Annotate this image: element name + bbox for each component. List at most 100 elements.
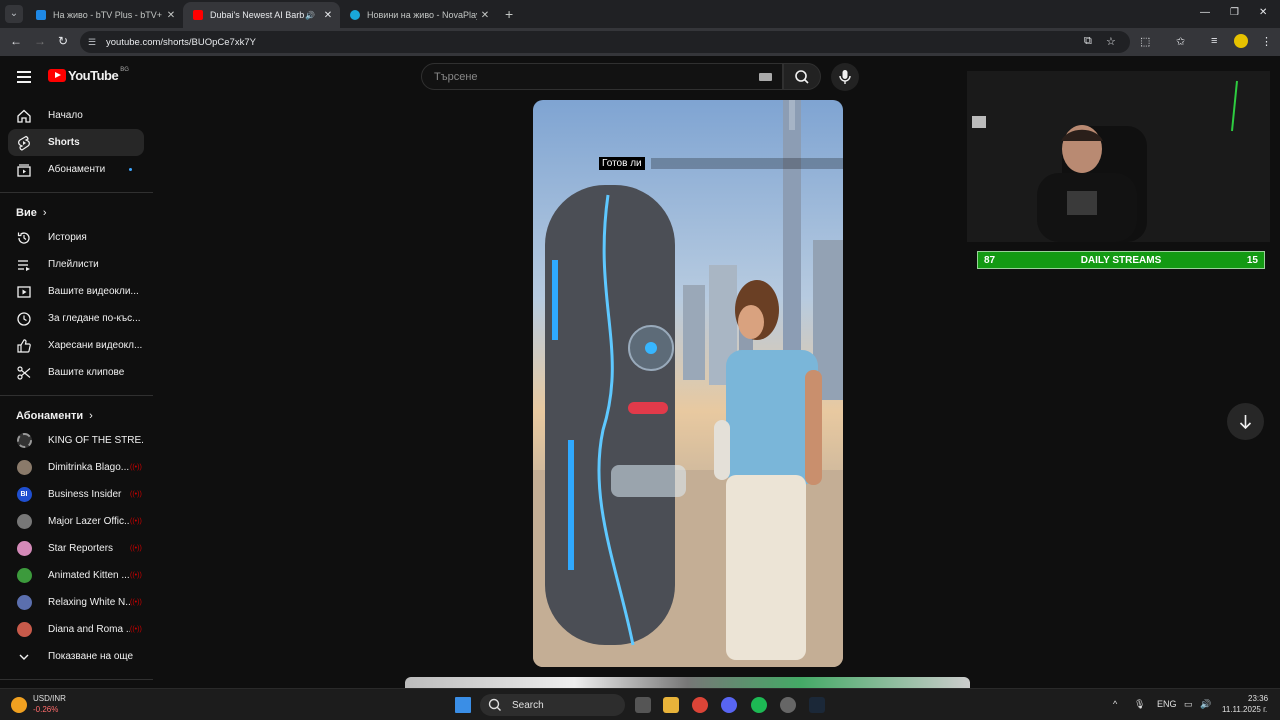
channel-name: Animated Kitten ...: [48, 570, 130, 581]
currency-change: -0.26%: [33, 705, 59, 714]
search-icon: [488, 698, 501, 711]
browser-tab-novaplay[interactable]: Новини на живо - NovaPlay ✕: [340, 2, 497, 28]
channel-avatar: [16, 541, 32, 556]
spotify-icon[interactable]: [751, 697, 767, 713]
sidebar-item-your-videos[interactable]: Вашите видеокли...: [8, 278, 144, 305]
channel-name: Relaxing White N...: [48, 597, 130, 608]
address-bar[interactable]: ☰ youtube.com/shorts/BUOpCe7xk7Y: [80, 31, 1130, 53]
subscription-channel[interactable]: Animated Kitten ... ((•)): [8, 562, 144, 589]
language-indicator[interactable]: ENG: [1157, 699, 1177, 709]
sidebar-item-label: История: [48, 232, 87, 243]
sidebar-item-shorts[interactable]: Shorts: [8, 129, 144, 156]
next-video-button[interactable]: [1227, 403, 1264, 440]
reload-icon[interactable]: ↻: [58, 34, 68, 48]
browser-tab-youtube[interactable]: Dubai's Newest AI Barber I 🔊 ✕: [183, 2, 340, 28]
shorts-video-player[interactable]: Готов ли: [533, 100, 843, 667]
close-icon[interactable]: ✕: [163, 10, 179, 21]
browser-tab-btv[interactable]: На живо - bTV Plus - bTV+ ✕: [26, 2, 183, 28]
daily-streams-title: DAILY STREAMS: [1080, 254, 1162, 266]
shorts-icon: [16, 135, 32, 151]
subscription-channel[interactable]: Major Lazer Offic... ((•)): [8, 508, 144, 535]
windows-start-icon[interactable]: [455, 697, 471, 713]
chrome-icon[interactable]: [692, 697, 708, 713]
scissors-icon: [16, 365, 32, 381]
sidebar-item-subscriptions[interactable]: Абонаменти: [8, 156, 144, 183]
sidebar-section-you[interactable]: Вие ›: [16, 202, 153, 224]
subscription-channel[interactable]: KING OF THE STRE...: [8, 427, 144, 454]
sidebar-item-label: Харесани видеокл...: [48, 340, 143, 351]
close-icon[interactable]: ✕: [477, 10, 493, 21]
youtube-play-icon: [48, 69, 66, 82]
volume-icon[interactable]: 🔊: [1200, 699, 1211, 710]
tab-title: Новини на живо - NovaPlay: [367, 10, 477, 20]
currency-widget-icon[interactable]: [11, 697, 27, 713]
window-close-icon[interactable]: ✕: [1259, 7, 1267, 18]
sidebar-item-home[interactable]: Начало: [8, 102, 144, 129]
search-button[interactable]: [783, 63, 821, 90]
taskbar-search[interactable]: Search: [480, 694, 625, 716]
sidebar-item-liked-videos[interactable]: Харесани видеокл...: [8, 332, 144, 359]
network-icon[interactable]: ▭: [1184, 699, 1193, 710]
file-explorer-icon[interactable]: [663, 697, 679, 713]
extensions-icon[interactable]: ⬚: [1140, 35, 1150, 48]
sidebar-item-your-clips[interactable]: Вашите клипове: [8, 359, 144, 386]
restore-icon[interactable]: ❐: [1230, 7, 1239, 18]
back-icon[interactable]: ←: [10, 34, 22, 48]
profile-avatar[interactable]: [1234, 34, 1248, 48]
discord-icon[interactable]: [721, 697, 737, 713]
home-icon: [16, 108, 32, 124]
sidebar-item-watch-later[interactable]: За гледане по-къс...: [8, 305, 144, 332]
speaker-icon[interactable]: 🔊: [304, 11, 316, 20]
clock-time[interactable]: 23:36: [1248, 694, 1268, 703]
next-short-preview[interactable]: [405, 677, 970, 688]
youtube-logo[interactable]: YouTube BG: [48, 66, 129, 83]
sidebar-item-label: За гледане по-къс...: [48, 313, 141, 324]
new-tab-button[interactable]: +: [505, 6, 513, 22]
video-frame: [533, 100, 843, 667]
favorites-icon[interactable]: ✩: [1176, 35, 1185, 48]
thumbs-up-icon: [16, 338, 32, 354]
country-code: BG: [120, 66, 129, 73]
app-icon[interactable]: [780, 697, 796, 713]
subscription-channel[interactable]: Diana and Roma ... ((•)): [8, 616, 144, 643]
chevron-up-icon[interactable]: ^: [1113, 699, 1117, 709]
history-icon: [16, 230, 32, 246]
microphone-icon[interactable]: 🎙: [1134, 699, 1145, 710]
tab-search-button[interactable]: ⌄: [5, 5, 23, 23]
chevron-right-icon: ›: [89, 410, 93, 422]
sidebar-section-subscriptions[interactable]: Абонаменти ›: [16, 405, 153, 427]
guide-menu-icon[interactable]: [17, 71, 31, 83]
show-more-button[interactable]: Показване на още: [8, 643, 144, 670]
task-view-icon[interactable]: [635, 697, 651, 713]
site-info-icon[interactable]: ☰: [88, 37, 102, 48]
sidebar-item-label: Плейлисти: [48, 259, 99, 270]
subscription-channel[interactable]: Relaxing White N... ((•)): [8, 589, 144, 616]
subscription-channel[interactable]: Star Reporters ((•)): [8, 535, 144, 562]
bookmark-star-icon[interactable]: ☆: [1106, 35, 1116, 48]
tab-title: На живо - bTV Plus - bTV+: [53, 10, 163, 20]
minimize-icon[interactable]: —: [1200, 7, 1210, 18]
clock-date[interactable]: 11.11.2025 г.: [1222, 705, 1267, 714]
browser-menu-icon[interactable]: ⋮: [1261, 35, 1272, 48]
video-caption: Готов ли: [599, 157, 645, 170]
forward-icon[interactable]: →: [34, 34, 46, 48]
new-content-dot: [129, 168, 132, 171]
search-input[interactable]: Търсене: [421, 63, 783, 90]
subscription-channel[interactable]: Dimitrinka Blago... ((•)): [8, 454, 144, 481]
install-app-icon[interactable]: ⧉: [1084, 35, 1092, 48]
steam-icon[interactable]: [809, 697, 825, 713]
keyboard-icon[interactable]: [759, 73, 772, 81]
voice-search-button[interactable]: [831, 63, 859, 91]
clock-icon: [16, 311, 32, 327]
media-controls-icon[interactable]: ≡: [1211, 35, 1217, 47]
close-icon[interactable]: ✕: [320, 10, 336, 21]
browser-tab-strip: ⌄ На живо - bTV Plus - bTV+ ✕ Dubai's Ne…: [0, 0, 1280, 28]
channel-name: KING OF THE STRE...: [48, 435, 144, 446]
sidebar-item-playlists[interactable]: Плейлисти: [8, 251, 144, 278]
daily-streams-right-count: 15: [1246, 254, 1258, 266]
live-indicator-icon: ((•)): [130, 491, 142, 498]
sidebar-item-history[interactable]: История: [8, 224, 144, 251]
channel-name: Star Reporters: [48, 543, 114, 554]
sidebar-item-label: Начало: [48, 110, 83, 121]
subscription-channel[interactable]: BI Business Insider ((•)): [8, 481, 144, 508]
